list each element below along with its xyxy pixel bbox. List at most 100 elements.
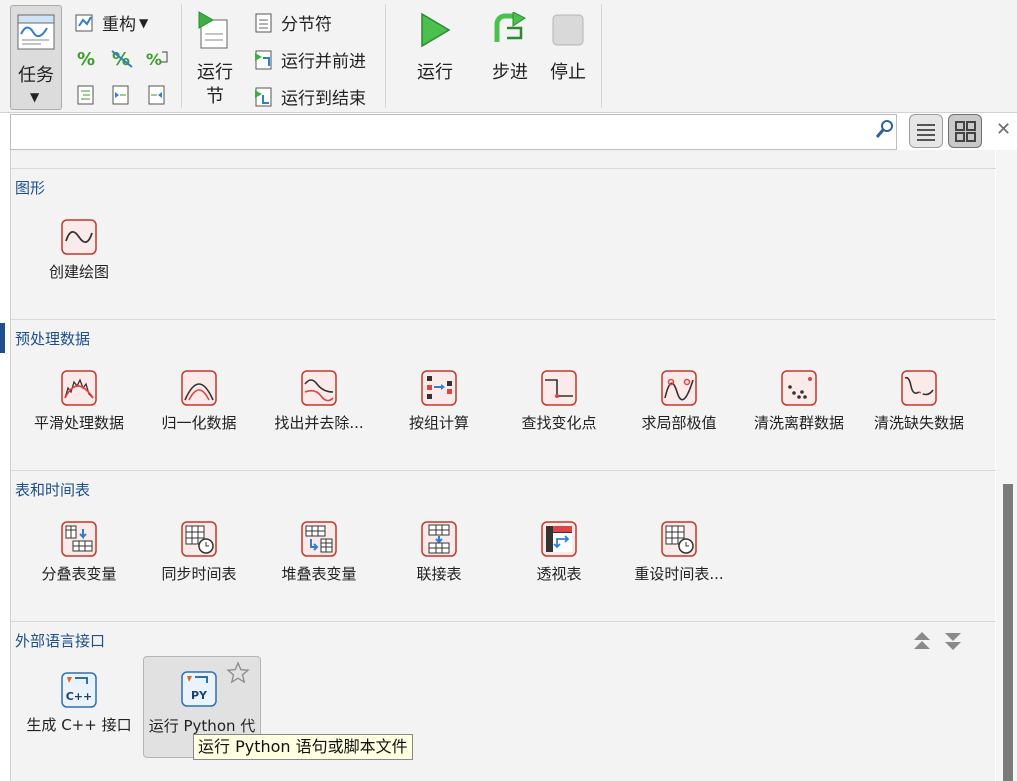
gallery-item-label: 运行 Python 代 [148, 717, 256, 735]
gallery-item-generate-cpp-interface[interactable]: C++ 生成 C++ 接口 [20, 672, 138, 750]
gallery-item-pivot-table[interactable]: 透视表 [500, 521, 618, 599]
python-icon: PY [181, 671, 217, 707]
run-button[interactable]: 运行 [410, 6, 460, 106]
run-section-icon [198, 11, 228, 49]
run-and-advance-button[interactable]: 运行并前进 [253, 47, 366, 72]
smooth-data-icon [61, 370, 97, 406]
svg-text:%: % [77, 49, 95, 69]
gallery-item-label: 联接表 [416, 565, 462, 583]
outlier-icon [781, 370, 817, 406]
missing-data-icon [901, 370, 937, 406]
search-icon[interactable] [875, 119, 895, 139]
scrollbar-thumb[interactable] [1003, 484, 1013, 781]
toolstrip: 任务 ▼ 重构 ▼ % % % 运行 节 分节符 运行并前进 运行到结束 [0, 0, 1017, 113]
change-point-icon [541, 370, 577, 406]
step-icon [494, 12, 526, 42]
normalize-data-icon [181, 370, 217, 406]
gallery-item-label: 找出并去除... [274, 414, 364, 432]
step-button[interactable]: 步进 [485, 6, 535, 106]
collapse-all-icon[interactable] [911, 630, 933, 652]
step-label: 步进 [492, 62, 528, 83]
gallery-item-clean-missing-data[interactable]: 清洗缺失数据 [860, 370, 978, 448]
uncomment-icon[interactable]: % [110, 47, 134, 69]
task-label: 任务 [18, 65, 54, 86]
smart-indent-icon[interactable] [75, 84, 97, 106]
svg-text:C++: C++ [66, 690, 93, 703]
gallery-item-find-change-points[interactable]: 查找变化点 [500, 370, 618, 448]
section-external-language-interfaces: 外部语言接口 C++ 生成 C++ 接口 PY 运行 Python 代 [11, 621, 996, 781]
run-to-end-button[interactable]: 运行到结束 [253, 84, 366, 109]
section-break-label: 分节符 [281, 15, 332, 35]
expand-all-icon[interactable] [942, 630, 964, 652]
run-and-advance-label: 运行并前进 [281, 52, 366, 72]
section-graphics: 图形 创建绘图 [11, 168, 996, 319]
run-to-end-label: 运行到结束 [281, 89, 366, 109]
local-extrema-icon [661, 370, 697, 406]
synchronize-timetable-icon [181, 521, 217, 557]
run-section-button[interactable]: 运行 节 [190, 6, 240, 107]
toolstrip-separator [601, 4, 602, 108]
gallery-item-local-extrema[interactable]: 求局部极值 [620, 370, 738, 448]
run-section-label-2: 节 [206, 86, 224, 107]
comment-icon[interactable]: % [75, 47, 97, 69]
gallery-item-label: 求局部极值 [641, 414, 717, 432]
toolstrip-separator [385, 4, 386, 108]
gallery-item-label: 按组计算 [408, 414, 469, 432]
run-and-advance-icon [255, 50, 272, 69]
run-section-label-1: 运行 [197, 62, 233, 83]
gallery-item-smooth-data[interactable]: 平滑处理数据 [20, 370, 138, 448]
unstack-icon [61, 521, 97, 557]
gallery-item-join-tables[interactable]: 联接表 [380, 521, 498, 599]
group-compute-icon [421, 370, 457, 406]
chevron-down-icon: ▼ [139, 15, 149, 30]
gallery-item-label: 透视表 [536, 565, 582, 583]
list-view-button[interactable] [909, 114, 943, 148]
run-label: 运行 [417, 62, 453, 83]
gallery-item-unstack-variables[interactable]: 分叠表变量 [20, 521, 138, 599]
grid-view-button[interactable] [948, 114, 982, 148]
gallery-item-label: 生成 C++ 接口 [26, 716, 132, 734]
decrease-indent-icon[interactable] [146, 84, 168, 106]
pivot-table-icon [541, 521, 577, 557]
gallery-item-label: 归一化数据 [161, 414, 237, 432]
gallery-item-retime-timetable[interactable]: 重设时间表... [620, 521, 738, 599]
increase-indent-icon[interactable] [110, 84, 132, 106]
section-preprocess-data: 预处理数据 平滑处理数据 归一化数据 找出并去除... 按组计算 查找变化点 求… [11, 319, 996, 470]
gallery-item-synchronize-timetables[interactable]: 同步时间表 [140, 521, 258, 599]
gallery-item-create-plot[interactable]: 创建绘图 [20, 219, 138, 297]
task-gallery: 图形 创建绘图 预处理数据 平滑处理数据 归一化数据 找出并去除... 按组计算… [10, 150, 996, 781]
tooltip: 运行 Python 语句或脚本文件 [193, 734, 413, 760]
section-title: 预处理数据 [15, 330, 91, 348]
join-table-icon [421, 521, 457, 557]
gallery-item-label: 创建绘图 [48, 263, 109, 281]
gallery-item-normalize-data[interactable]: 归一化数据 [140, 370, 258, 448]
gallery-item-remove-trends[interactable]: 找出并去除... [260, 370, 378, 448]
grid-view-icon [955, 121, 976, 142]
refactor-button[interactable]: 重构 ▼ [74, 10, 148, 35]
gallery-item-clean-outliers[interactable]: 清洗离群数据 [740, 370, 858, 448]
gallery-item-stack-variables[interactable]: 堆叠表变量 [260, 521, 378, 599]
gallery-item-group-compute[interactable]: 按组计算 [380, 370, 498, 448]
editor-line-marker [0, 323, 5, 353]
section-title: 图形 [15, 179, 46, 197]
cpp-icon: C++ [61, 672, 97, 708]
refactor-label: 重构 [102, 15, 136, 35]
refactor-icon [75, 14, 93, 31]
toolstrip-separator [181, 4, 182, 108]
task-icon [17, 14, 55, 50]
gallery-item-label: 堆叠表变量 [281, 565, 357, 583]
gallery-item-label: 平滑处理数据 [33, 414, 124, 432]
task-search-input[interactable] [10, 114, 897, 150]
section-title: 表和时间表 [15, 481, 91, 499]
section-tables-and-timetables: 表和时间表 分叠表变量 同步时间表 堆叠表变量 联接表 透视表 重设时间表... [11, 470, 996, 621]
run-to-end-icon [255, 87, 272, 106]
wrap-comment-icon[interactable]: % [146, 47, 170, 69]
favorite-star-icon[interactable] [226, 661, 250, 685]
section-break-icon [255, 13, 272, 32]
gallery-item-label: 同步时间表 [161, 565, 237, 583]
task-button[interactable]: 任务 ▼ [10, 5, 62, 110]
close-icon[interactable]: ✕ [996, 119, 1011, 140]
stop-button[interactable]: 停止 [543, 6, 593, 106]
gallery-item-label: 清洗离群数据 [753, 414, 844, 432]
section-break-button[interactable]: 分节符 [253, 10, 332, 35]
